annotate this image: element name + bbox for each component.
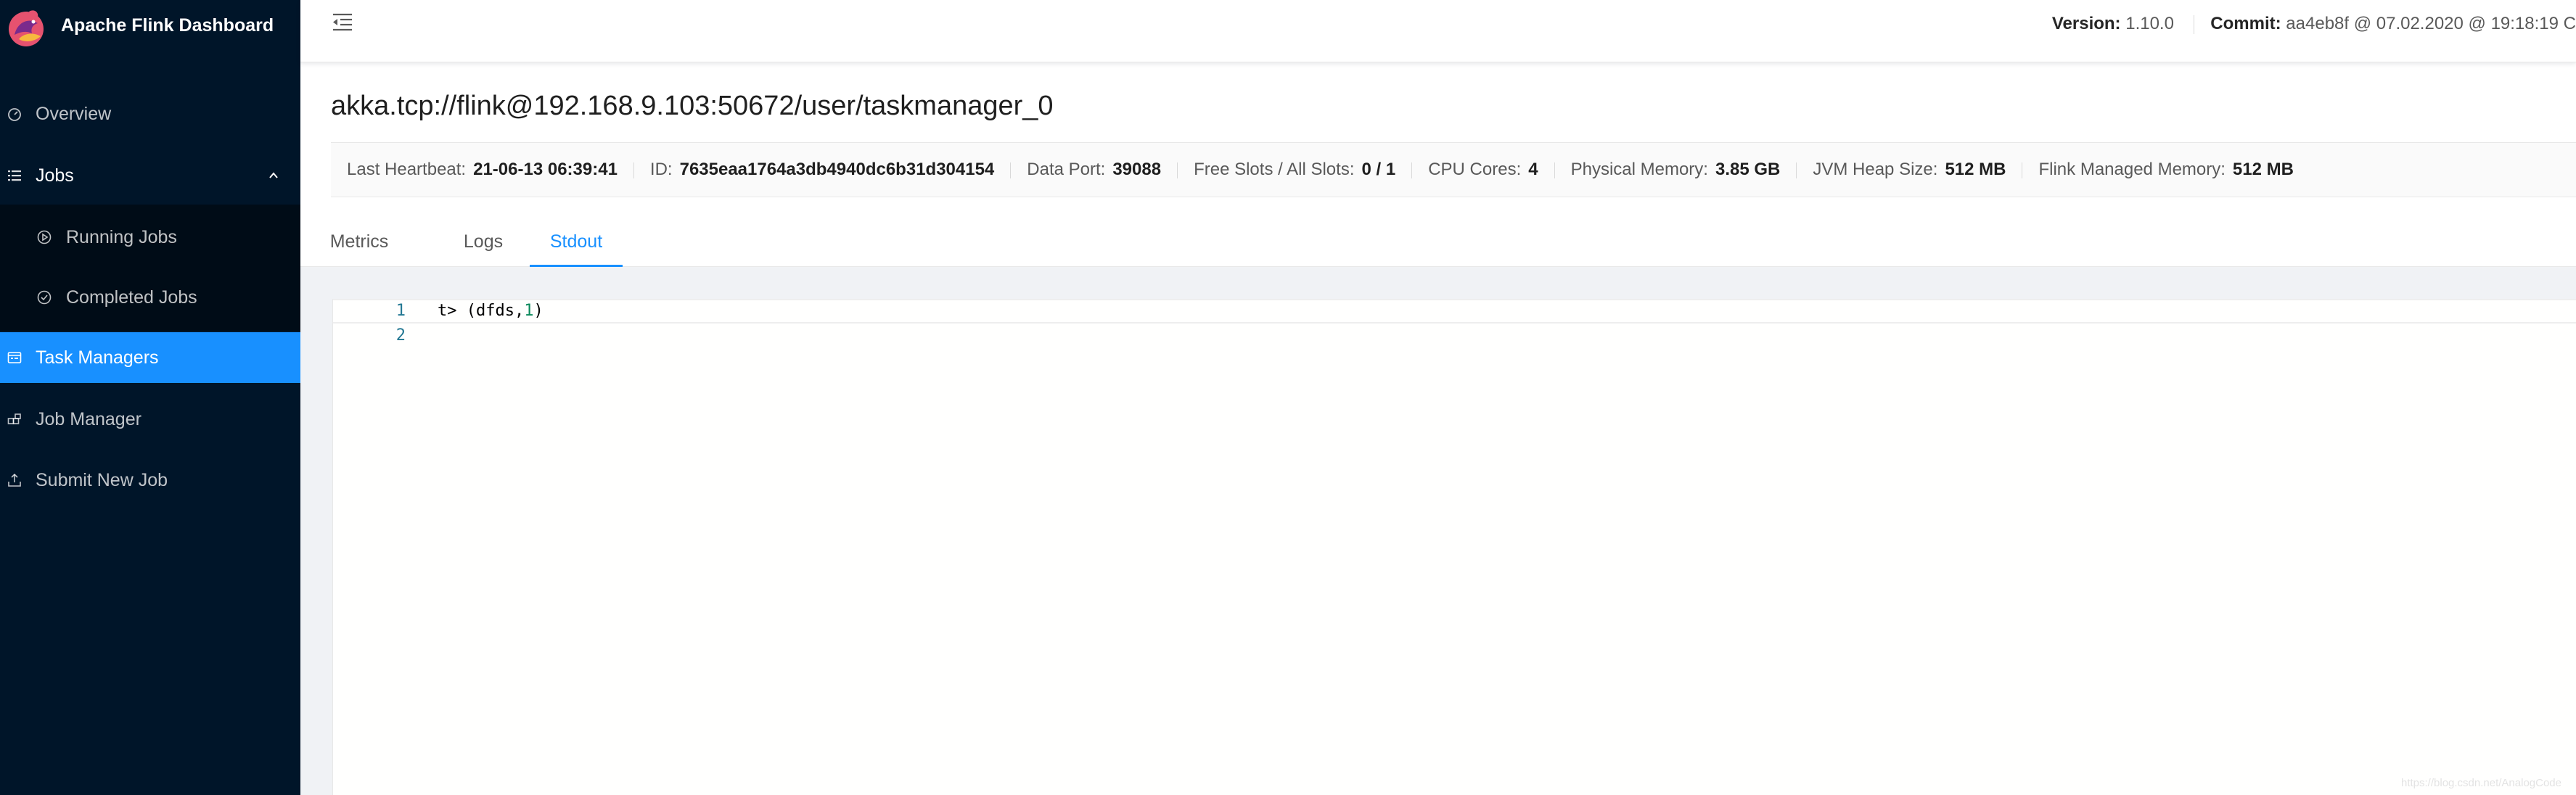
current-line-highlight (333, 299, 2576, 324)
chevron-up-icon[interactable] (268, 170, 279, 181)
field-label: Last Heartbeat: (347, 160, 467, 179)
check-circle-icon (37, 290, 52, 305)
field-physical-memory: Physical Memory: 3.85 GB (1555, 143, 1797, 197)
brand[interactable]: Apache Flink Dashboard (0, 0, 300, 52)
build-icon (7, 413, 21, 424)
field-label: Flink Managed Memory: (2038, 160, 2226, 179)
top-header: Version: 1.10.0 Commit: aa4eb8f @ 07.02.… (300, 0, 2576, 62)
version-info: Version: 1.10.0 Commit: aa4eb8f @ 07.02.… (2052, 0, 2576, 48)
app-title: Apache Flink Dashboard (61, 15, 274, 36)
upload-icon (8, 473, 21, 487)
field-value: 21-06-13 06:39:41 (473, 160, 618, 179)
code-number: 1 (524, 302, 534, 320)
code-text: t> (dfds, (438, 302, 525, 320)
field-value: 7635eaa1764a3db4940dc6b31d304154 (679, 160, 995, 179)
field-value: 4 (1528, 160, 1538, 179)
schedule-icon (7, 352, 22, 363)
field-value: 3.85 GB (1715, 160, 1781, 179)
field-last-heartbeat: Last Heartbeat: 21-06-13 06:39:41 (331, 143, 633, 197)
sidebar-item-label: Submit New Job (36, 470, 168, 490)
sidebar-item-label: Job Manager (36, 409, 141, 429)
sidebar-item-running-jobs[interactable]: Running Jobs (0, 212, 300, 263)
watermark: https://blog.csdn.net/AnalogCode (2401, 777, 2561, 789)
field-jvm-heap-size: JVM Heap Size: 512 MB (1797, 143, 2022, 197)
field-label: ID: (649, 160, 673, 179)
field-label: Data Port: (1027, 160, 1106, 179)
field-value: 0 / 1 (1361, 160, 1396, 179)
field-data-port: Data Port: 39088 (1011, 143, 1177, 197)
field-value: 512 MB (2232, 160, 2294, 179)
taskmanager-descriptions: Last Heartbeat: 21-06-13 06:39:41 ID: 7635… (331, 142, 2576, 197)
code-line: t> (dfds,1) (438, 299, 543, 324)
commit-label: Commit: (2210, 14, 2281, 33)
tab-stdout[interactable]: Stdout (530, 210, 623, 267)
sidebar-item-label: Completed Jobs (66, 287, 197, 308)
stdout-editor[interactable]: 1 t> (dfds,1) 2 (332, 299, 2576, 795)
field-label: JVM Heap Size: (1813, 160, 1938, 179)
field-id: ID: 7635eaa1764a3db4940dc6b31d304154 (634, 143, 1010, 197)
line-number: 2 (395, 326, 406, 345)
dashboard-icon (8, 108, 21, 121)
version-value: 1.10.0 (2125, 14, 2174, 33)
sidebar-item-task-managers[interactable]: Task Managers (0, 332, 300, 383)
sidebar-item-submit-new-job[interactable]: Submit New Job (0, 455, 300, 506)
sidebar-item-jobs[interactable]: Jobs (0, 150, 300, 201)
field-label: CPU Cores: (1428, 160, 1522, 179)
sidebar-item-overview[interactable]: Overview (0, 88, 300, 139)
list-icon (8, 170, 21, 181)
tab-logs[interactable]: Logs (456, 210, 511, 267)
field-label: Physical Memory: (1570, 160, 1708, 179)
sidebar-item-label: Overview (36, 104, 112, 124)
field-value: 39088 (1112, 160, 1162, 179)
field-slots: Free Slots / All Slots: 0 / 1 (1178, 143, 1411, 197)
field-flink-managed-memory: Flink Managed Memory: 512 MB (2022, 143, 2309, 197)
field-value: 512 MB (1945, 160, 2006, 179)
code-text: ) (533, 302, 543, 320)
version-label: Version: (2051, 14, 2121, 33)
commit-value: aa4eb8f @ 07.02.2020 @ 19:18:19 C (2286, 14, 2576, 33)
menu-fold-icon[interactable] (331, 10, 354, 33)
sidebar-item-completed-jobs[interactable]: Completed Jobs (0, 272, 300, 323)
tab-metrics[interactable]: Metrics (321, 210, 398, 267)
field-label: Free Slots / All Slots: (1194, 160, 1355, 179)
sidebar-item-label: Running Jobs (66, 227, 177, 247)
flink-squirrel-logo-icon (9, 10, 44, 46)
tab-bar: Metrics Logs Stdout (300, 210, 2576, 267)
sidebar-item-label: Jobs (36, 165, 74, 186)
sidebar-item-job-manager[interactable]: Job Manager (0, 394, 300, 445)
sidebar: Apache Flink Dashboard Overview Jobs Run… (0, 0, 300, 795)
field-cpu-cores: CPU Cores: 4 (1412, 143, 1554, 197)
page-title: akka.tcp://flink@192.168.9.103:50672/use… (331, 91, 1054, 121)
line-number: 1 (395, 302, 406, 320)
sidebar-item-label: Task Managers (36, 347, 159, 368)
play-circle-icon (37, 230, 52, 244)
